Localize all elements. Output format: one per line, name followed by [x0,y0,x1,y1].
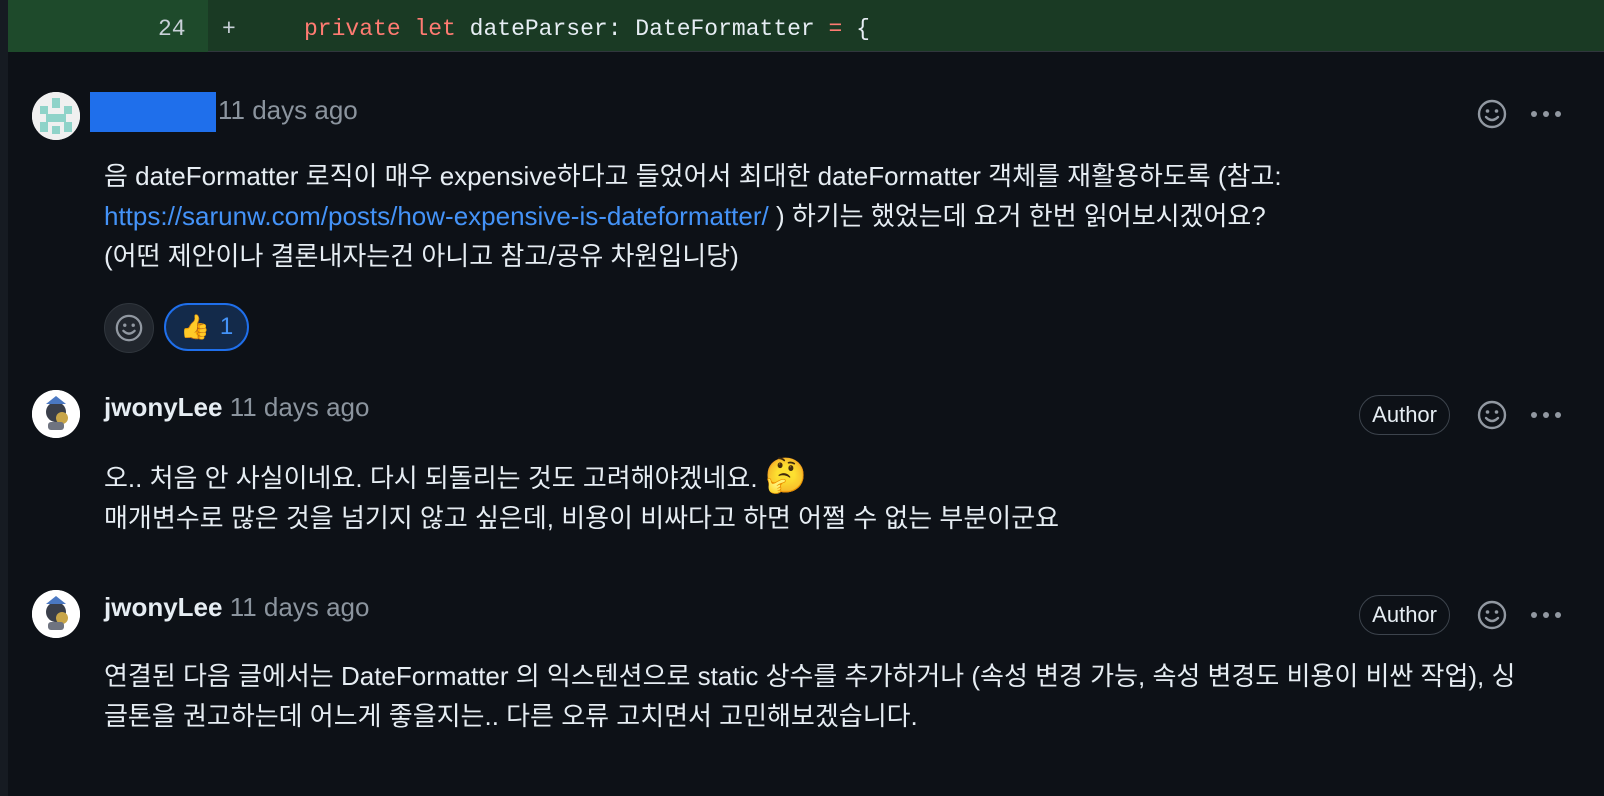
line-number[interactable]: 24 [158,16,186,42]
thumbs-up-reaction[interactable]: 👍 1 [164,303,250,351]
comment-text-line: 오.. 처음 안 사실이네요. 다시 되돌리는 것도 고려해야겠네요. 🤔 [104,456,1564,498]
thinking-face-emoji: 🤔 [764,457,808,495]
comment-text-line: (어떤 제안이나 결론내자는건 아니고 참고/공유 차원입니당) [104,241,739,271]
comment-actions: Author [1359,395,1564,435]
comment-body: 음 dateFormatter 로직이 매우 expensive하다고 들었어서… [104,156,1564,276]
comment-text-line: https://sarunw.com/posts/how-expensive-i… [104,196,1564,236]
add-reaction-button[interactable] [1474,397,1510,433]
comment-actions [1474,96,1564,132]
smiley-icon [1477,600,1507,630]
comment-text-line: 매개변수로 많은 것을 넘기지 않고 싶은데, 비용이 비싸다고 하면 어쩔 수… [104,503,1060,533]
comment-options-button[interactable] [1528,597,1564,633]
reference-link[interactable]: https://sarunw.com/posts/how-expensive-i… [104,201,769,231]
reaction-count: 1 [219,313,234,340]
redacted-username [90,92,216,132]
comment-body: 연결된 다음 글에서는 DateFormatter 의 익스텐션으로 stati… [104,656,1564,736]
comment-body: 오.. 처음 안 사실이네요. 다시 되돌리는 것도 고려해야겠네요. 🤔 매개… [104,456,1564,538]
comment-options-button[interactable] [1528,96,1564,132]
comment-author[interactable]: jwonyLee [104,392,222,422]
code-keyword-private: private [304,16,401,42]
author-badge: Author [1359,595,1450,635]
thumbs-up-icon: 👍 [180,313,210,341]
comment-text-line: 연결된 다음 글에서는 DateFormatter 의 익스텐션으로 stati… [104,661,1516,691]
add-reaction-button[interactable] [1474,96,1510,132]
code-declaration: dateParser: DateFormatter [469,16,815,42]
comment-header: 11 days ago [90,92,358,132]
identicon-avatar-icon [32,92,80,140]
diff-line: 24 + private let dateParser: DateFormatt… [8,0,1604,52]
code-keyword-let: let [414,16,456,42]
comment-text-line: 음 dateFormatter 로직이 매우 expensive하다고 들었어서… [104,161,1282,191]
user-avatar-icon [32,590,80,638]
code-operator: = [828,16,843,42]
smiley-icon [115,314,143,342]
smiley-icon [1477,99,1507,129]
comment-timestamp[interactable]: 11 days ago [230,392,370,422]
kebab-menu-icon [1531,111,1561,117]
code-brace: { [856,16,870,42]
diff-added-marker: + [222,16,236,42]
comment-timestamp[interactable]: 11 days ago [230,592,370,622]
reactions-bar: 👍 1 [104,303,250,353]
kebab-menu-icon [1531,612,1561,618]
comment-text-line: 글톤을 권고하는데 어느게 좋을지는.. 다른 오류 고치면서 고민해보겠습니다… [104,701,918,731]
comment-author[interactable]: jwonyLee [104,592,222,622]
diff-code: private let dateParser: DateFormatter = … [304,16,870,42]
kebab-menu-icon [1531,412,1561,418]
add-reaction-button[interactable] [1474,597,1510,633]
author-badge: Author [1359,395,1450,435]
avatar[interactable] [32,92,80,140]
comment-actions: Author [1359,595,1564,635]
comment-text-fragment: 오.. 처음 안 사실이네요. 다시 되돌리는 것도 고려해야겠네요. [104,463,758,493]
comment-header: jwonyLee 11 days ago [104,392,369,423]
smiley-icon [1477,400,1507,430]
avatar[interactable] [32,590,80,638]
comment-options-button[interactable] [1528,397,1564,433]
comment-timestamp[interactable]: 11 days ago [218,95,358,125]
add-reaction-button[interactable] [104,303,154,353]
diff-left-border [0,0,8,796]
user-avatar-icon [32,390,80,438]
comment-header: jwonyLee 11 days ago [104,592,369,623]
avatar[interactable] [32,390,80,438]
comment-text-fragment: ) 하기는 했었는데 요거 한번 읽어보시겠어요? [768,201,1266,231]
